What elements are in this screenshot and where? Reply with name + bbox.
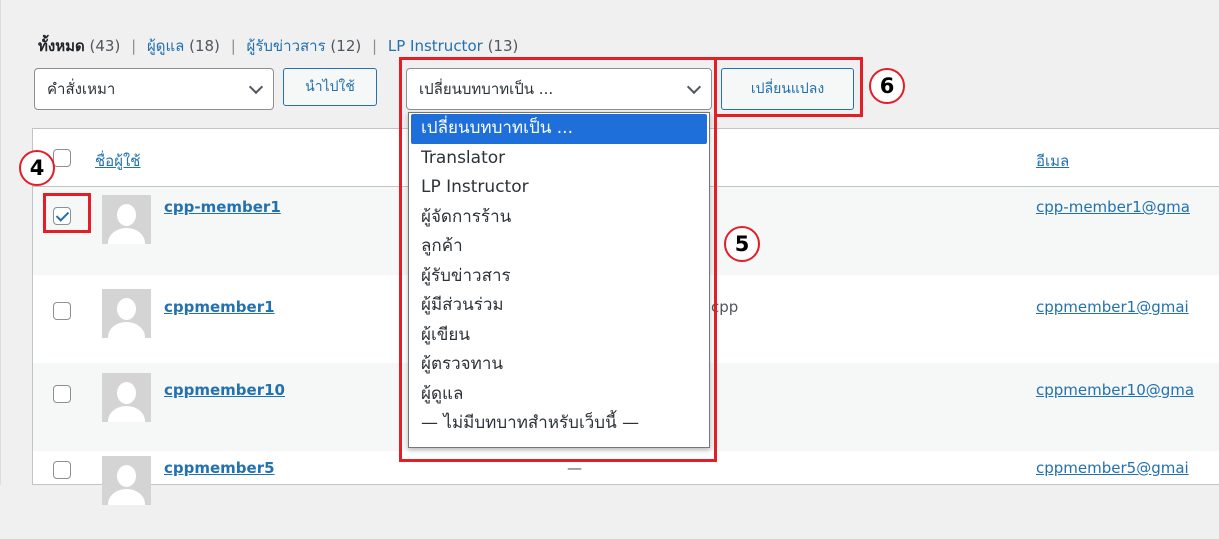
avatar	[102, 195, 151, 244]
separator: |	[372, 37, 378, 55]
bulk-actions-select[interactable]: คำสั่งเหมา	[34, 68, 274, 110]
avatar	[102, 456, 151, 505]
role-filter-links: ทั้งหมด (43) | ผู้ดูแล (18) | ผู้รับข่าว…	[38, 34, 518, 58]
filter-instructor-count: (13)	[487, 37, 519, 55]
email-link[interactable]: cppmember1@gmai	[1036, 298, 1189, 316]
filter-all-count: (43)	[89, 37, 121, 55]
users-screen: ทั้งหมด (43) | ผู้ดูแล (18) | ผู้รับข่าว…	[0, 0, 1219, 505]
apply-button[interactable]: นำไปใช้	[283, 68, 377, 106]
table-row: cppmember5 — cppmember5@gmai	[33, 451, 1219, 539]
email-link[interactable]: cpp-member1@gma	[1036, 198, 1190, 216]
username-link[interactable]: cppmember5	[164, 459, 275, 477]
filter-subscriber[interactable]: ผู้รับข่าวสาร	[247, 37, 326, 55]
email-link[interactable]: cppmember10@gma	[1036, 381, 1194, 399]
column-username[interactable]: ชื่อผู้ใช้	[95, 149, 140, 173]
email-link[interactable]: cppmember5@gmai	[1036, 459, 1189, 477]
filter-admin[interactable]: ผู้ดูแล	[147, 37, 184, 55]
username-link[interactable]: cppmember10	[164, 381, 285, 399]
annotation-badge-5: 5	[724, 226, 760, 262]
avatar	[102, 289, 151, 338]
username-link[interactable]: cppmember1	[164, 298, 275, 316]
annotation-box-change	[714, 57, 863, 117]
column-email[interactable]: อีเมล	[1036, 149, 1069, 173]
annotation-badge-6: 6	[869, 68, 905, 104]
row-checkbox[interactable]	[53, 302, 71, 320]
filter-admin-count: (18)	[189, 37, 220, 55]
separator: |	[230, 37, 236, 55]
row-checkbox[interactable]	[53, 385, 71, 403]
filter-all[interactable]: ทั้งหมด	[38, 37, 85, 55]
row-checkbox[interactable]	[53, 461, 71, 479]
annotation-box-checkbox	[43, 193, 91, 233]
select-all-checkbox[interactable]	[53, 149, 71, 167]
separator: |	[131, 37, 137, 55]
annotation-badge-4: 4	[19, 150, 55, 186]
filter-instructor[interactable]: LP Instructor	[388, 37, 483, 55]
annotation-box-role	[399, 57, 717, 462]
bulk-actions-value: คำสั่งเหมา	[47, 80, 116, 98]
username-link[interactable]: cpp-member1	[164, 198, 281, 216]
filter-subscriber-count: (12)	[330, 37, 362, 55]
chevron-down-icon	[248, 79, 264, 95]
avatar	[102, 373, 151, 422]
